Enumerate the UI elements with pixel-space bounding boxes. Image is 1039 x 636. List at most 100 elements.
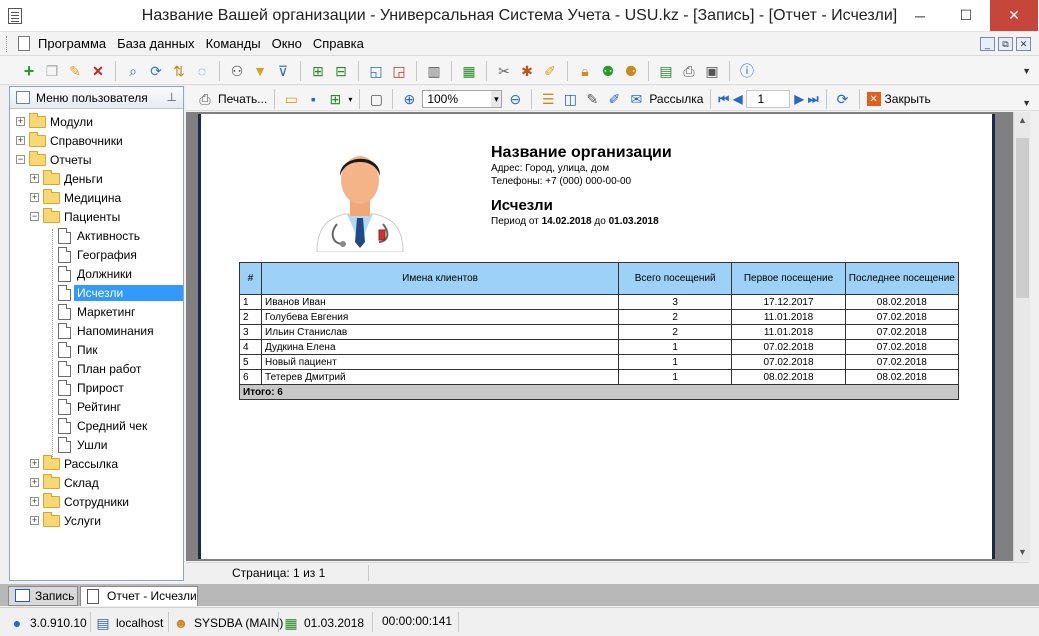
expand-icon[interactable]: + (30, 459, 39, 468)
expand-icon[interactable]: + (30, 516, 39, 525)
mailing-button[interactable]: Рассылка (649, 92, 703, 106)
menu-item[interactable]: Программа (38, 36, 106, 51)
page-number-input[interactable]: 1 (746, 90, 791, 108)
settings-icon[interactable]: ✱ (518, 62, 536, 80)
menu-item[interactable]: Справка (313, 36, 364, 51)
calendar-icon[interactable]: ▦ (460, 62, 478, 80)
tree-item[interactable]: + Модули (10, 112, 183, 131)
comment-icon[interactable]: ◌ (193, 62, 211, 80)
tree-item[interactable]: + Рассылка (10, 454, 183, 473)
scroll-up-icon[interactable]: ▲ (1014, 112, 1031, 129)
menu-item[interactable]: Команды (206, 36, 261, 51)
tree-item[interactable]: − Пациенты (10, 207, 183, 226)
menu-item[interactable]: Окно (272, 36, 302, 51)
tree-item[interactable]: Активность (10, 226, 183, 245)
zoom-in-icon[interactable]: ⊕ (400, 90, 418, 108)
prev-page-icon[interactable]: ◀ (733, 92, 742, 106)
collapse-icon[interactable]: − (30, 212, 39, 221)
edit-icon[interactable]: ✎ (66, 62, 84, 80)
tree-item[interactable]: Прирост (10, 378, 183, 397)
tree-item[interactable]: + Справочники (10, 131, 183, 150)
collapse-icon[interactable]: − (16, 155, 25, 164)
columns-icon[interactable]: ▥ (425, 62, 443, 80)
document-menu-icon[interactable] (18, 36, 30, 51)
refresh-icon[interactable]: ⟳ (147, 62, 165, 80)
media-icon[interactable]: ▣ (703, 62, 721, 80)
watermark-icon[interactable]: ✐ (605, 90, 623, 108)
export-icon[interactable]: ⊞ (309, 62, 327, 80)
tree-item[interactable]: География (10, 245, 183, 264)
tree-item[interactable]: Средний чек (10, 416, 183, 435)
tree-item[interactable]: + Склад (10, 473, 183, 492)
scroll-thumb[interactable] (1016, 138, 1029, 298)
mail-icon[interactable]: ✉ (627, 90, 645, 108)
expand-icon[interactable]: + (16, 136, 25, 145)
refresh-report-icon[interactable]: ⟳ (834, 90, 852, 108)
outline-icon[interactable]: ☰ (539, 90, 557, 108)
tree-item[interactable]: Пик (10, 340, 183, 359)
tree-item[interactable]: − Отчеты (10, 150, 183, 169)
tree-item[interactable]: Исчезли (10, 283, 183, 302)
mdi-minimize-button[interactable]: _ (980, 37, 995, 51)
filter-clear-icon[interactable]: ⊽ (274, 62, 292, 80)
filter-icon[interactable]: ▼ (251, 62, 269, 80)
table-icon[interactable]: ▤ (657, 62, 675, 80)
close-report-icon[interactable]: ✕ (866, 92, 881, 106)
tree-item[interactable]: + Медицина (10, 188, 183, 207)
users-icon[interactable]: ⚉ (599, 62, 617, 80)
print-button[interactable]: Печать... (218, 92, 267, 106)
mdi-close-button[interactable]: ✕ (1016, 37, 1031, 51)
tree-item[interactable]: План работ (10, 359, 183, 378)
tree-item[interactable]: Ушли (10, 435, 183, 454)
tree-item[interactable]: + Деньги (10, 169, 183, 188)
printer-icon[interactable]: ⎙ (680, 62, 698, 80)
import-icon[interactable]: ⊟ (332, 62, 350, 80)
save-icon[interactable]: ▪ (304, 90, 322, 108)
tree-item[interactable]: Напоминания (10, 321, 183, 340)
close-window-icon[interactable]: ◲ (390, 62, 408, 80)
maximize-button[interactable]: ☐ (943, 0, 989, 31)
tab-record[interactable]: Запись (8, 586, 78, 606)
vertical-scrollbar[interactable]: ▲ ▼ (1013, 112, 1030, 561)
thumbnails-icon[interactable]: ◫ (561, 90, 579, 108)
report-toolbar-overflow-icon[interactable]: ▼ (1022, 98, 1031, 108)
zoom-out-icon[interactable]: ⊖ (506, 90, 524, 108)
last-page-icon[interactable]: ⏭ (808, 92, 819, 107)
expand-icon[interactable]: + (30, 497, 39, 506)
binoculars-icon[interactable]: ⚇ (228, 62, 246, 80)
copy-icon[interactable]: ❐ (43, 62, 61, 80)
tab-report[interactable]: Отчет - Исчезли (80, 586, 198, 606)
expand-icon[interactable]: + (16, 117, 25, 126)
printer-icon[interactable]: ⎙ (196, 90, 214, 108)
delete-icon[interactable]: ✕ (89, 62, 107, 80)
close-report-button[interactable]: Закрыть (885, 92, 931, 106)
expand-icon[interactable]: + (30, 193, 39, 202)
expand-icon[interactable]: + (30, 174, 39, 183)
zoom-select[interactable]: 100% (422, 90, 503, 108)
next-page-icon[interactable]: ▶ (794, 92, 803, 106)
tree-item[interactable]: Должники (10, 264, 183, 283)
edit-report-icon[interactable]: ✎ (583, 90, 601, 108)
tree-item[interactable]: + Услуги (10, 511, 183, 530)
expand-icon[interactable]: + (30, 478, 39, 487)
add-icon[interactable]: + (20, 61, 38, 81)
mdi-restore-button[interactable]: ⧉ (998, 37, 1013, 51)
page-setup-icon[interactable]: ▢ (367, 90, 385, 108)
pin-icon[interactable]: ⊥ (167, 90, 177, 104)
tree-item[interactable]: Маркетинг (10, 302, 183, 321)
tree-item[interactable]: Рейтинг (10, 397, 183, 416)
sort-icon[interactable]: ⇅ (170, 62, 188, 80)
tree-item[interactable]: + Сотрудники (10, 492, 183, 511)
close-window-button[interactable]: ✕ (990, 0, 1038, 31)
search-icon[interactable]: ⌕ (124, 62, 142, 80)
toolbar-overflow-icon[interactable]: ▼ (1022, 66, 1031, 76)
lock-icon[interactable]: 🔒︎ (576, 62, 594, 80)
info-icon[interactable]: ⓘ (738, 62, 756, 80)
user-settings-icon[interactable]: ⚈ (622, 62, 640, 80)
tools-icon[interactable]: ✂ (495, 62, 513, 80)
minimize-button[interactable]: ─ (897, 0, 943, 31)
menu-item[interactable]: База данных (117, 36, 194, 51)
new-window-icon[interactable]: ◱ (367, 62, 385, 80)
open-icon[interactable]: ▭ (282, 90, 300, 108)
scroll-down-icon[interactable]: ▼ (1014, 544, 1031, 561)
